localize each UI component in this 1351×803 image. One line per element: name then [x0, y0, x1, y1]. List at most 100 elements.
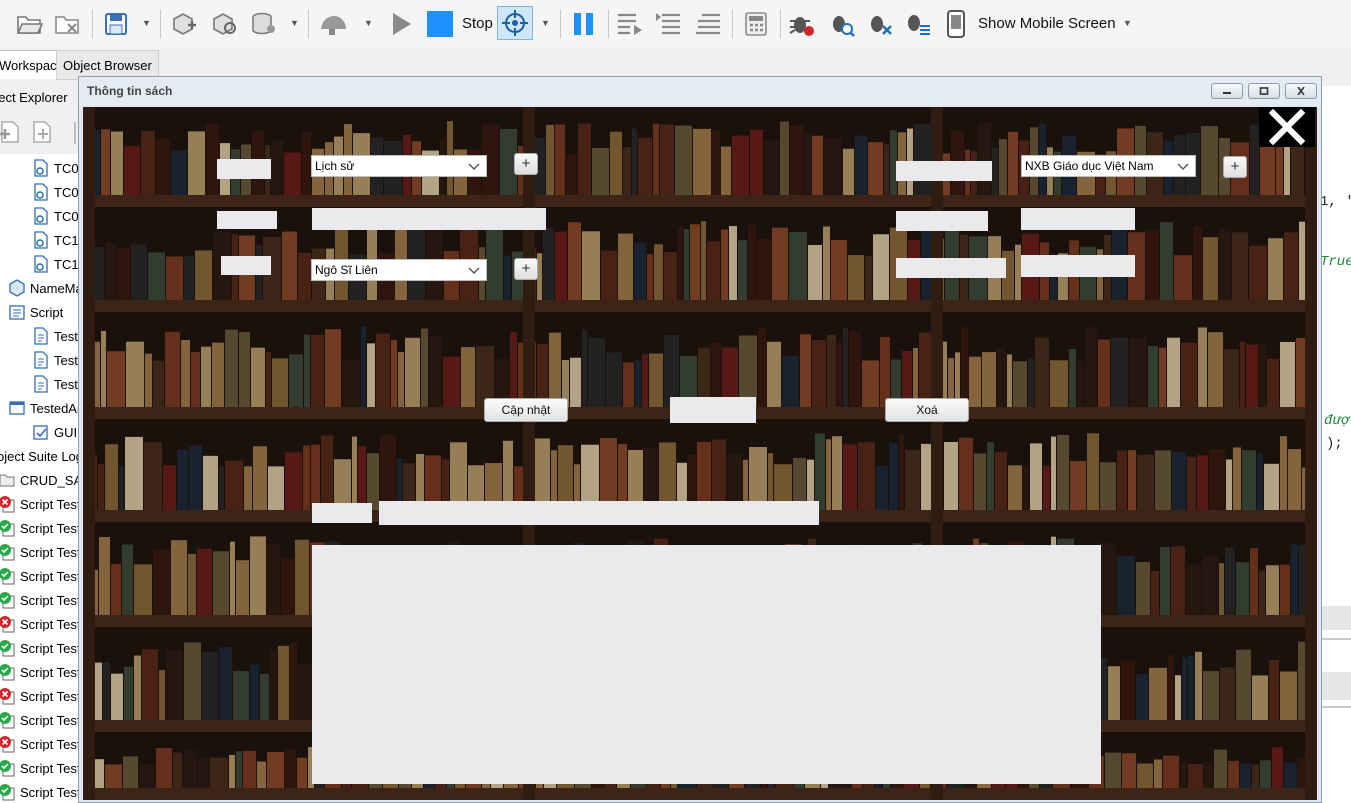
maximize-button[interactable]: [1248, 83, 1280, 99]
tree-item-label: Script Test: [20, 736, 80, 752]
debug-icon[interactable]: [786, 8, 818, 40]
log-pass-icon: [0, 520, 15, 537]
tree-item[interactable]: Script Test: [0, 636, 80, 660]
log-fail-icon: [0, 616, 15, 633]
tree-item[interactable]: TestedApps: [8, 396, 80, 420]
tree-item[interactable]: Script Test: [0, 684, 80, 708]
books-table[interactable]: [312, 545, 1101, 784]
mobile-icon[interactable]: [942, 8, 970, 40]
save-icon[interactable]: [100, 8, 132, 40]
tree-item[interactable]: Script Test: [0, 780, 80, 803]
log-pass-icon: [0, 664, 15, 681]
stop-icon[interactable]: [424, 8, 456, 40]
script-file-icon: [34, 327, 48, 345]
step-out-icon[interactable]: [692, 8, 724, 40]
tree-item[interactable]: NameMapping: [8, 276, 80, 300]
close-folder-icon[interactable]: [52, 8, 84, 40]
year-input[interactable]: [1021, 208, 1135, 230]
tree-item[interactable]: Test: [32, 372, 78, 396]
tree-item[interactable]: Script Test: [0, 612, 80, 636]
category-select[interactable]: Lịch sử: [311, 155, 487, 177]
tree-item[interactable]: Test: [32, 324, 78, 348]
author-select[interactable]: Ngô Sĩ Liên: [311, 259, 487, 281]
add-object-icon[interactable]: [168, 8, 200, 40]
tree-item-label: Script Test: [20, 496, 80, 512]
quantity-input[interactable]: [1021, 255, 1135, 277]
tree-item[interactable]: Script Test: [0, 564, 80, 588]
add-item-icon[interactable]: [0, 120, 22, 147]
record-dropdown-icon[interactable]: ▼: [364, 18, 373, 28]
gui-icon: [33, 425, 48, 440]
close-window-button[interactable]: [1285, 83, 1317, 99]
record-icon[interactable]: [316, 8, 350, 40]
book-info-dialog: Thông tin sách Lịch sử + NXB Giáo dục Vi…: [78, 76, 1322, 803]
tree-item[interactable]: Script Test: [0, 756, 80, 780]
tree-item[interactable]: Test: [32, 348, 78, 372]
delete-button[interactable]: Xoá: [885, 398, 969, 422]
add-button[interactable]: [670, 397, 756, 423]
dialog-titlebar[interactable]: Thông tin sách: [79, 77, 1321, 105]
test-case-icon: [34, 231, 48, 249]
data-dropdown-icon[interactable]: ▼: [290, 18, 299, 28]
step-into-icon[interactable]: [614, 8, 646, 40]
stop-label[interactable]: Stop: [462, 15, 493, 32]
publisher-label: [896, 161, 992, 181]
tree-item[interactable]: Script: [8, 300, 63, 324]
run-icon[interactable]: [386, 8, 418, 40]
code-editor[interactable]: 1, ' True đượ );: [1322, 86, 1351, 803]
pause-icon[interactable]: [568, 8, 600, 40]
tree-item[interactable]: Script Test: [0, 540, 80, 564]
debug-list-icon[interactable]: [902, 8, 934, 40]
debug-clear-icon[interactable]: [864, 8, 896, 40]
add-category-button[interactable]: +: [514, 153, 538, 175]
add-author-button[interactable]: +: [514, 258, 538, 280]
title-input[interactable]: [312, 208, 546, 230]
namemapping-icon: [9, 279, 25, 297]
tree-item-label: TestedApps: [30, 400, 80, 416]
open-folder-icon[interactable]: [14, 8, 46, 40]
tree-item[interactable]: TC03: [32, 204, 80, 228]
tree-item[interactable]: Script Test: [0, 588, 80, 612]
tree-item[interactable]: TC1: [32, 252, 79, 276]
tree-item[interactable]: Script Test: [0, 660, 80, 684]
tree-item[interactable]: TC01: [32, 156, 80, 180]
tree-item[interactable]: Project Suite Logs: [0, 444, 80, 468]
tree-item-label: Script: [30, 304, 64, 320]
editor-fragment: đượ: [1324, 413, 1350, 429]
publisher-select[interactable]: NXB Giáo dục Việt Nam: [1021, 155, 1196, 177]
close-form-button[interactable]: [1259, 107, 1315, 147]
capture-object-icon[interactable]: [497, 6, 533, 40]
close-icon: [1268, 108, 1306, 146]
object-spy-icon[interactable]: [208, 8, 240, 40]
tree-item[interactable]: Script Test: [0, 708, 80, 732]
title-label: [217, 211, 277, 229]
show-mobile-screen-button[interactable]: Show Mobile Screen: [978, 15, 1116, 32]
chevron-down-icon: [1177, 163, 1189, 171]
tree-item[interactable]: TC02: [32, 180, 80, 204]
test-case-icon: [34, 159, 48, 177]
tree-item[interactable]: Script Test: [0, 732, 80, 756]
tree-item-label: TC03: [54, 208, 80, 224]
calculator-icon[interactable]: [740, 8, 772, 40]
tree-item[interactable]: Script Test: [0, 492, 80, 516]
tree-item[interactable]: GUI: [32, 420, 77, 444]
minimize-button[interactable]: [1211, 83, 1243, 99]
data-settings-icon[interactable]: [248, 8, 280, 40]
publisher-select-value: NXB Giáo dục Việt Nam: [1025, 159, 1154, 173]
log-pass-icon: [0, 568, 15, 585]
script-folder-icon: [9, 305, 25, 320]
year-label: [896, 211, 988, 231]
mobile-dropdown-icon[interactable]: ▼: [1123, 18, 1132, 28]
add-publisher-button[interactable]: +: [1223, 156, 1247, 178]
update-button[interactable]: Cập nhật: [484, 398, 568, 422]
tree-item-label: Script Test: [20, 520, 80, 536]
debug-search-icon[interactable]: [826, 8, 858, 40]
tree-item[interactable]: TC1: [32, 228, 79, 252]
tree-item[interactable]: Script Test: [0, 516, 80, 540]
tree-item[interactable]: CRUD_SACH: [0, 468, 80, 492]
add-existing-item-icon[interactable]: [30, 120, 56, 147]
step-over-icon[interactable]: [652, 8, 684, 40]
search-input[interactable]: [379, 501, 819, 525]
capture-dropdown-icon[interactable]: ▼: [541, 18, 550, 28]
save-dropdown-icon[interactable]: ▼: [142, 18, 151, 28]
